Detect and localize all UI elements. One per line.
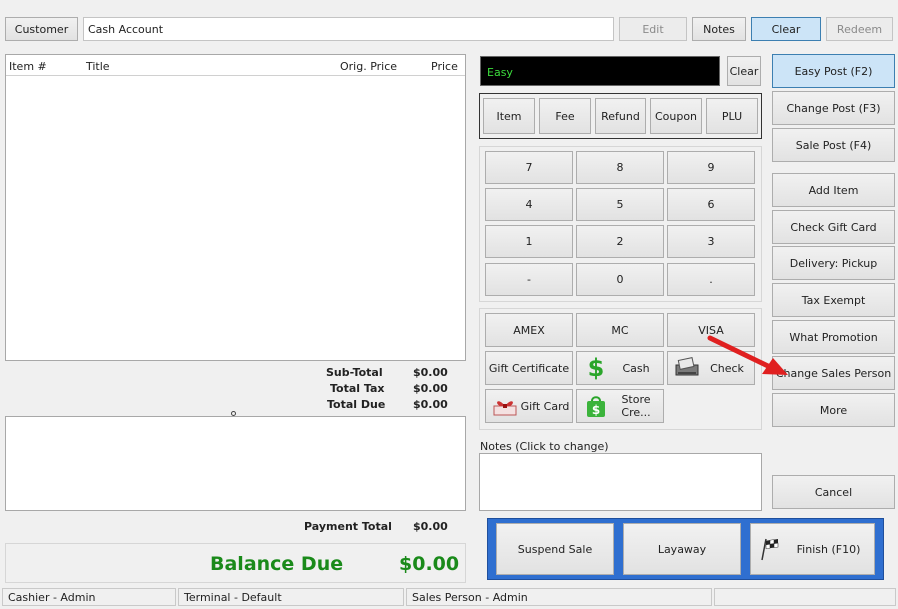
check-gift-card-button[interactable]: Check Gift Card: [772, 210, 895, 244]
entry-type-fee-button[interactable]: Fee: [539, 98, 591, 134]
finish-label: Finish (F10): [796, 542, 861, 556]
column-price[interactable]: Price: [431, 60, 458, 73]
key-2[interactable]: 2: [576, 225, 664, 258]
balance-due-value: $0.00: [399, 553, 460, 575]
total-due-label: Total Due: [327, 398, 386, 411]
entry-type-item-button[interactable]: Item: [483, 98, 535, 134]
status-extra: [714, 588, 896, 606]
more-button[interactable]: More: [772, 393, 895, 427]
balance-due-box: Balance Due $0.00: [5, 543, 466, 583]
key-5[interactable]: 5: [576, 188, 664, 221]
items-table-header: Item # Title Orig. Price Price: [6, 55, 465, 76]
key-8[interactable]: 8: [576, 151, 664, 184]
subtotal-value: $0.00: [413, 366, 448, 379]
change-post-button[interactable]: Change Post (F3): [772, 91, 895, 125]
notes-label[interactable]: Notes (Click to change): [480, 440, 609, 453]
column-orig-price[interactable]: Orig. Price: [340, 60, 397, 73]
status-sales-person: Sales Person - Admin: [406, 588, 712, 606]
gift-card-label: Gift Card: [520, 399, 570, 413]
check-scanner-icon: [674, 355, 700, 381]
key-decimal[interactable]: .: [667, 263, 755, 296]
sale-post-button[interactable]: Sale Post (F4): [772, 128, 895, 162]
notes-box[interactable]: [479, 453, 762, 511]
entry-type-coupon-button[interactable]: Coupon: [650, 98, 702, 134]
layaway-button[interactable]: Layaway: [623, 523, 741, 575]
cash-label: Cash: [622, 361, 650, 375]
suspend-sale-button[interactable]: Suspend Sale: [496, 523, 614, 575]
total-tax-value: $0.00: [413, 382, 448, 395]
tender-store-credit-button[interactable]: $ Store Cre...: [576, 389, 664, 423]
edit-button[interactable]: Edit: [619, 17, 687, 41]
balance-due-label: Balance Due: [210, 553, 344, 575]
svg-text:$: $: [592, 403, 600, 417]
key-1[interactable]: 1: [485, 225, 573, 258]
items-table[interactable]: Item # Title Orig. Price Price: [5, 54, 466, 361]
dollar-sign-icon: $: [583, 355, 609, 381]
entry-display[interactable]: Easy: [480, 56, 720, 86]
tender-cash-button[interactable]: $ Cash: [576, 351, 664, 385]
notes-button[interactable]: Notes: [692, 17, 746, 41]
customer-field[interactable]: Cash Account: [83, 17, 614, 41]
key-9[interactable]: 9: [667, 151, 755, 184]
finish-button[interactable]: Finish (F10): [750, 523, 875, 575]
column-title[interactable]: Title: [86, 60, 110, 73]
checkered-flag-icon: [757, 536, 783, 562]
payments-list[interactable]: [5, 416, 466, 511]
entry-clear-button[interactable]: Clear: [727, 56, 761, 86]
total-tax-label: Total Tax: [330, 382, 385, 395]
tax-exempt-button[interactable]: Tax Exempt: [772, 283, 895, 317]
subtotal-label: Sub-Total: [326, 366, 383, 379]
key-7[interactable]: 7: [485, 151, 573, 184]
redeem-button[interactable]: Redeem: [826, 17, 893, 41]
tender-gift-card-button[interactable]: Gift Card: [485, 389, 573, 423]
entry-type-plu-button[interactable]: PLU: [706, 98, 758, 134]
easy-post-button[interactable]: Easy Post (F2): [772, 54, 895, 88]
annotation-arrow-icon: [707, 335, 788, 375]
key-4[interactable]: 4: [485, 188, 573, 221]
svg-text:$: $: [588, 355, 605, 381]
status-terminal: Terminal - Default: [178, 588, 404, 606]
tender-gift-certificate-button[interactable]: Gift Certificate: [485, 351, 573, 385]
tender-mc-button[interactable]: MC: [576, 313, 664, 347]
payment-total-value: $0.00: [413, 520, 448, 533]
clear-sale-button[interactable]: Clear: [751, 17, 821, 41]
customer-button[interactable]: Customer: [5, 17, 78, 41]
tender-amex-button[interactable]: AMEX: [485, 313, 573, 347]
delivery-pickup-button[interactable]: Delivery: Pickup: [772, 246, 895, 280]
store-credit-label: Store Cre...: [621, 393, 651, 419]
shopping-bag-dollar-icon: $: [583, 393, 609, 419]
total-due-value: $0.00: [413, 398, 448, 411]
add-item-button[interactable]: Add Item: [772, 173, 895, 207]
key-minus[interactable]: -: [485, 263, 573, 296]
key-3[interactable]: 3: [667, 225, 755, 258]
cancel-button[interactable]: Cancel: [772, 475, 895, 509]
key-6[interactable]: 6: [667, 188, 755, 221]
customer-field-value: Cash Account: [88, 23, 164, 36]
entry-mode-text: Easy: [487, 66, 513, 79]
key-0[interactable]: 0: [576, 263, 664, 296]
column-item-number[interactable]: Item #: [9, 60, 47, 73]
entry-type-refund-button[interactable]: Refund: [595, 98, 646, 134]
status-cashier: Cashier - Admin: [2, 588, 176, 606]
gift-bow-icon: [492, 393, 518, 419]
payment-total-label: Payment Total: [304, 520, 392, 533]
